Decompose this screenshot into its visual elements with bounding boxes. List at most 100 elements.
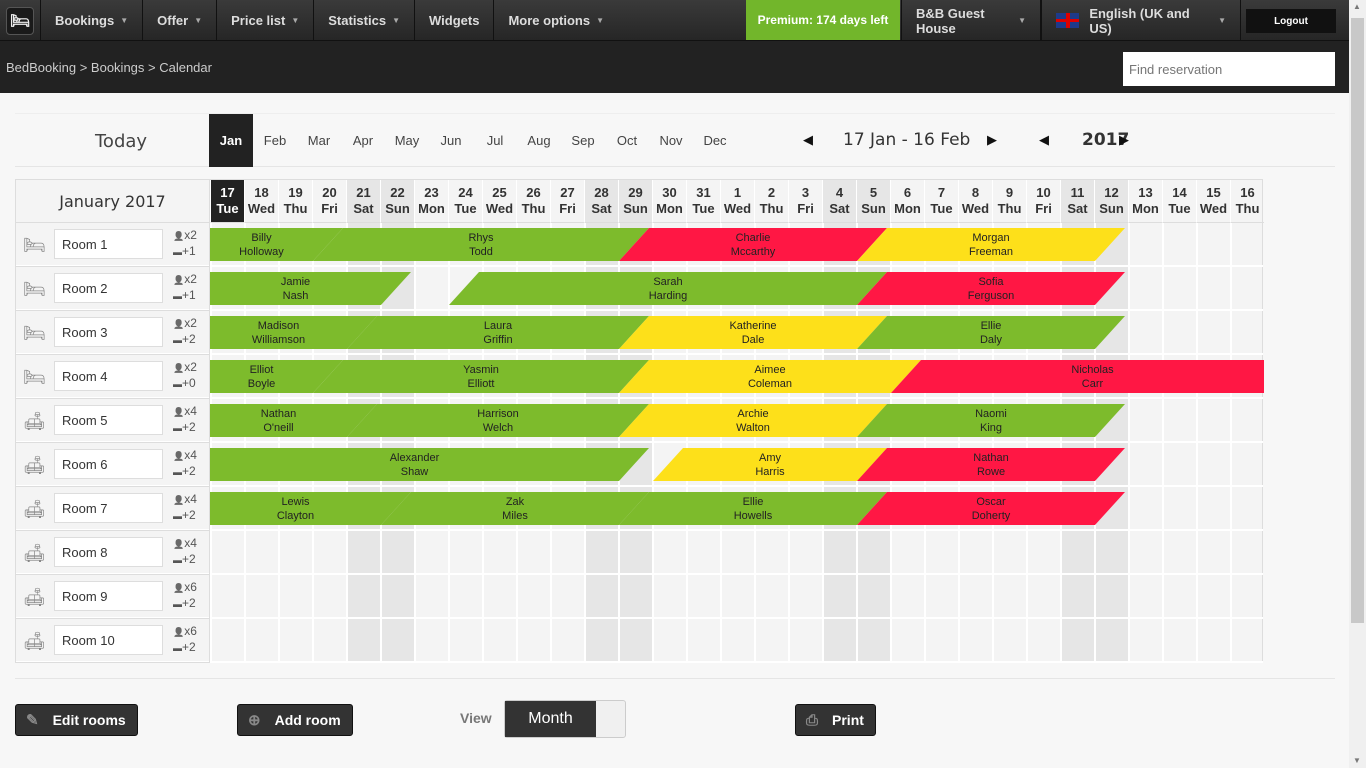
day-header[interactable]: 6 Mon [890, 180, 924, 223]
day-header[interactable]: 9 Thu [992, 180, 1026, 223]
month-tab-aug[interactable]: Aug [517, 114, 561, 167]
day-header[interactable]: 13 Mon [1128, 180, 1162, 223]
booking-bar[interactable]: Alexander Shaw [210, 448, 649, 481]
day-header[interactable]: 7 Tue [924, 180, 958, 223]
booking-bar[interactable]: Charlie Mccarthy [619, 228, 887, 261]
month-tab-may[interactable]: May [385, 114, 429, 167]
booking-bar[interactable]: Archie Walton [619, 404, 887, 437]
month-tab-jan[interactable]: Jan [209, 114, 253, 167]
room-name-field[interactable]: Room 8 [54, 537, 163, 567]
nav-item-statistics[interactable]: Statistics ▼ [314, 0, 415, 41]
booking-bar[interactable]: Oscar Doherty [857, 492, 1125, 525]
logout-button[interactable]: Logout [1246, 9, 1336, 33]
booking-bar[interactable]: Ellie Daly [857, 316, 1125, 349]
day-header[interactable]: 21 Sat [346, 180, 380, 223]
scrollbar-thumb[interactable] [1351, 18, 1364, 623]
booking-bar[interactable]: Sarah Harding [449, 272, 887, 305]
day-header[interactable]: 18 Wed [244, 180, 278, 223]
month-tab-sep[interactable]: Sep [561, 114, 605, 167]
room-name-field[interactable]: Room 5 [54, 405, 163, 435]
add-room-button[interactable]: ⊕ Add room [237, 704, 353, 736]
nav-item-price-list[interactable]: Price list ▼ [217, 0, 315, 41]
room-name-field[interactable]: Room 3 [54, 317, 163, 347]
booking-bar[interactable]: Naomi King [857, 404, 1125, 437]
booking-bar[interactable]: Nathan Rowe [857, 448, 1125, 481]
print-button[interactable]: ⎙ Print [795, 704, 876, 736]
day-header[interactable]: 31 Tue [686, 180, 720, 223]
scroll-down-icon[interactable]: ▼ [1353, 756, 1361, 765]
language-dropdown[interactable]: English (UK and US) ▼ [1041, 0, 1241, 41]
day-header[interactable]: 10 Fri [1026, 180, 1060, 223]
month-tab-jul[interactable]: Jul [473, 114, 517, 167]
booking-bar[interactable]: Ellie Howells [619, 492, 887, 525]
month-tab-apr[interactable]: Apr [341, 114, 385, 167]
month-tab-mar[interactable]: Mar [297, 114, 341, 167]
day-header[interactable]: 22 Sun [380, 180, 414, 223]
day-header[interactable]: 23 Mon [414, 180, 448, 223]
day-header[interactable]: 12 Sun [1094, 180, 1128, 223]
day-header[interactable]: 25 Wed [482, 180, 516, 223]
scrollbar[interactable]: ▲ ▼ [1349, 0, 1366, 768]
day-header[interactable]: 5 Sun [856, 180, 890, 223]
view-toggle[interactable]: Month [504, 700, 626, 738]
day-header[interactable]: 28 Sat [584, 180, 618, 223]
next-range-icon[interactable]: ▶ [987, 132, 997, 148]
booking-bar[interactable]: Aimee Coleman [619, 360, 921, 393]
room-name-field[interactable]: Room 4 [54, 361, 163, 391]
day-header[interactable]: 19 Thu [278, 180, 312, 223]
day-header[interactable]: 20 Fri [312, 180, 346, 223]
day-header[interactable]: 3 Fri [788, 180, 822, 223]
booking-bar[interactable]: Zak Miles [381, 492, 649, 525]
day-header[interactable]: 11 Sat [1060, 180, 1094, 223]
logo[interactable]: 🛏 [0, 0, 41, 41]
room-name-field[interactable]: Room 2 [54, 273, 163, 303]
day-header[interactable]: 1 Wed [720, 180, 754, 223]
room-name-field[interactable]: Room 10 [54, 625, 163, 655]
day-header[interactable]: 17 Tue [210, 180, 244, 223]
prev-year-icon[interactable]: ◀ [1039, 132, 1049, 148]
day-header[interactable]: 8 Wed [958, 180, 992, 223]
day-header[interactable]: 24 Tue [448, 180, 482, 223]
day-header[interactable]: 26 Thu [516, 180, 550, 223]
premium-badge[interactable]: Premium: 174 days left [746, 0, 900, 40]
day-header[interactable]: 2 Thu [754, 180, 788, 223]
month-tab-oct[interactable]: Oct [605, 114, 649, 167]
find-reservation-input[interactable] [1123, 52, 1335, 86]
nav-item-offer[interactable]: Offer ▼ [143, 0, 218, 41]
booking-bar[interactable]: Yasmin Elliott [313, 360, 649, 393]
day-header[interactable]: 27 Fri [550, 180, 584, 223]
booking-bar[interactable]: Katherine Dale [619, 316, 887, 349]
booking-bar[interactable]: Laura Griffin [347, 316, 649, 349]
day-header[interactable]: 30 Mon [652, 180, 686, 223]
nav-item-widgets[interactable]: Widgets [415, 0, 495, 41]
room-name-field[interactable]: Room 9 [54, 581, 163, 611]
booking-bar[interactable]: Rhys Todd [313, 228, 649, 261]
month-tab-jun[interactable]: Jun [429, 114, 473, 167]
month-tab-feb[interactable]: Feb [253, 114, 297, 167]
next-year-icon[interactable]: ▶ [1119, 132, 1129, 148]
day-header[interactable]: 29 Sun [618, 180, 652, 223]
booking-bar[interactable]: Harrison Welch [347, 404, 649, 437]
booking-bar[interactable]: Amy Harris [653, 448, 887, 481]
booking-bar[interactable]: Sofia Ferguson [857, 272, 1125, 305]
day-header[interactable]: 15 Wed [1196, 180, 1230, 223]
booking-bar[interactable]: Morgan Freeman [857, 228, 1125, 261]
day-header[interactable]: 16 Thu [1230, 180, 1264, 223]
booking-bar[interactable]: Jamie Nash [210, 272, 411, 305]
edit-rooms-button[interactable]: ✎ Edit rooms [15, 704, 138, 736]
nav-item-bookings[interactable]: Bookings ▼ [41, 0, 144, 41]
booking-bar[interactable]: Nicholas Carr [891, 360, 1264, 393]
room-name-field[interactable]: Room 7 [54, 493, 163, 523]
breadcrumb[interactable]: BedBooking > Bookings > Calendar [6, 60, 212, 75]
prev-range-icon[interactable]: ◀ [803, 132, 813, 148]
room-name-field[interactable]: Room 6 [54, 449, 163, 479]
month-tab-nov[interactable]: Nov [649, 114, 693, 167]
month-tab-dec[interactable]: Dec [693, 114, 737, 167]
room-name-field[interactable]: Room 1 [54, 229, 163, 259]
day-header[interactable]: 14 Tue [1162, 180, 1196, 223]
scroll-up-icon[interactable]: ▲ [1353, 2, 1361, 11]
today-button[interactable]: Today [95, 131, 147, 152]
booking-bar[interactable]: Lewis Clayton [210, 492, 411, 525]
day-header[interactable]: 4 Sat [822, 180, 856, 223]
property-dropdown[interactable]: B&B Guest House ▼ [901, 0, 1041, 41]
